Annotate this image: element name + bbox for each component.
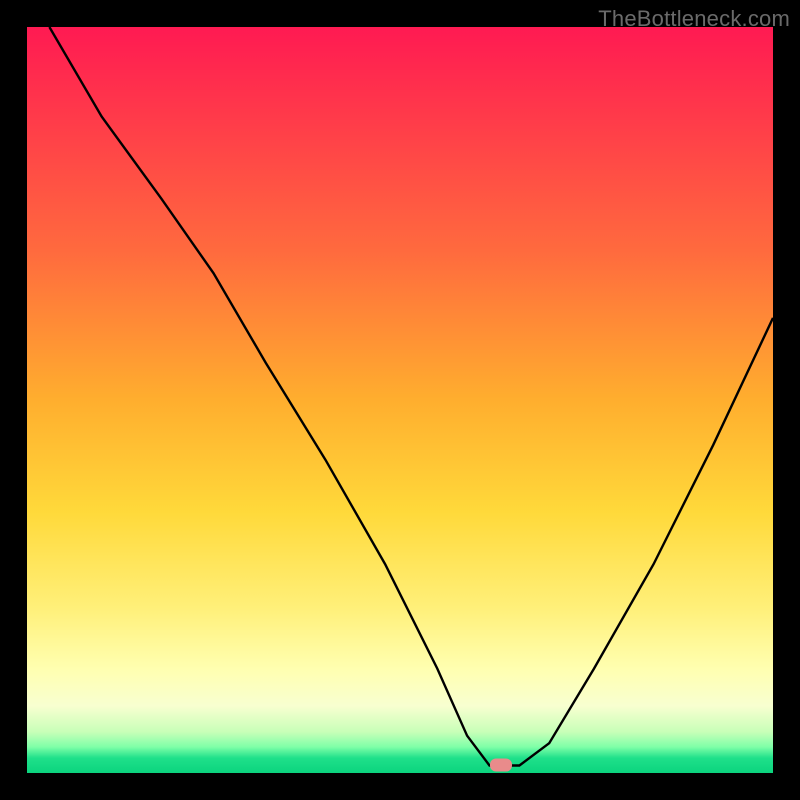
- bottleneck-curve: [49, 27, 773, 766]
- optimal-marker: [490, 758, 512, 771]
- chart-frame: TheBottleneck.com: [0, 0, 800, 800]
- plot-area: [27, 27, 773, 773]
- curve-svg: [27, 27, 773, 773]
- watermark-text: TheBottleneck.com: [598, 6, 790, 32]
